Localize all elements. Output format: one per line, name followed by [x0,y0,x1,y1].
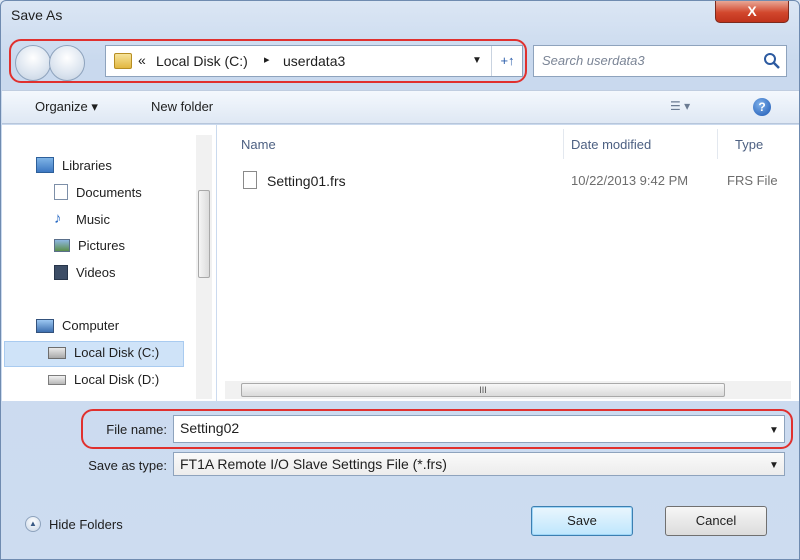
nav-item-local-disk-c[interactable]: Local Disk (C:) [48,345,159,360]
nav-item-computer[interactable]: Computer [36,318,119,333]
help-icon[interactable]: ? [753,98,771,116]
music-icon: ♪ [54,210,62,227]
nav-item-label: Videos [76,265,116,280]
file-name-field[interactable]: Setting02 [173,415,785,443]
address-bar[interactable]: « Local Disk (C:) ▸ userdata3 ▼ +↑ [105,45,523,77]
refresh-button[interactable]: +↑ [491,46,523,76]
breadcrumb-local-disk-c[interactable]: Local Disk (C:) [156,53,248,69]
drive-icon [48,346,66,359]
nav-item-music[interactable]: ♪ Music [54,211,110,227]
file-type: FRS File [727,173,778,188]
file-scroll-thumb[interactable]: III [241,383,725,397]
save-as-type-dropdown-icon[interactable]: ▼ [769,460,779,471]
column-header-date-modified[interactable]: Date modified [571,137,651,152]
libraries-icon [36,157,54,173]
column-divider[interactable] [563,129,564,159]
title-bar: Save As X [1,1,799,31]
file-name-label: File name: [106,422,167,437]
videos-icon [54,265,68,280]
forward-button[interactable] [49,45,85,81]
column-divider[interactable] [717,129,718,159]
search-placeholder: Search userdata3 [542,53,645,68]
command-toolbar: Organize ▾ New folder ☰ ▾ ? [2,90,799,124]
breadcrumb-userdata3[interactable]: userdata3 [283,53,345,69]
views-button[interactable]: ☰ ▾ [670,99,690,113]
nav-item-label: Music [76,211,110,227]
nav-item-label: Pictures [78,238,125,253]
nav-item-documents[interactable]: Documents [54,184,142,200]
nav-item-label: Libraries [62,157,112,173]
nav-item-label: Local Disk (C:) [74,345,160,360]
file-name-dropdown-icon[interactable]: ▼ [769,425,779,436]
save-button[interactable]: Save [531,506,633,536]
nav-scroll-thumb[interactable] [198,190,210,278]
file-icon [243,171,257,189]
cancel-button[interactable]: Cancel [665,506,767,536]
navigation-pane: Libraries Documents ♪ Music Pictures Vid… [2,125,216,401]
column-header-type[interactable]: Type [735,137,763,152]
column-header-name[interactable]: Name [241,137,276,152]
nav-item-local-disk-d[interactable]: Local Disk (D:) [48,372,159,387]
file-date-modified: 10/22/2013 9:42 PM [571,173,689,188]
drive-icon [48,374,66,385]
collapse-arrow-icon: ▲ [25,516,41,532]
search-box[interactable]: Search userdata3 [533,45,787,77]
save-as-type-select[interactable]: FT1A Remote I/O Slave Settings File (*.f… [173,452,785,476]
nav-item-label: Computer [62,318,120,333]
file-list-pane: Name Date modified Type Setting01.frs 10… [217,125,799,401]
nav-item-label: Documents [76,184,142,200]
pictures-icon [54,239,70,252]
new-folder-button[interactable]: New folder [151,99,213,114]
nav-item-videos[interactable]: Videos [54,265,116,280]
save-as-type-value: FT1A Remote I/O Slave Settings File (*.f… [180,456,447,472]
documents-icon [54,184,68,200]
nav-item-label: Local Disk (D:) [74,372,160,387]
hide-folders-label: Hide Folders [49,516,123,532]
nav-item-pictures[interactable]: Pictures [54,238,125,253]
computer-icon [36,318,54,333]
organize-button[interactable]: Organize ▾ [35,99,98,115]
save-as-type-label: Save as type: [88,458,167,473]
back-button[interactable] [15,45,51,81]
nav-vertical-scrollbar[interactable] [196,135,212,399]
file-name: Setting01.frs [267,173,346,189]
file-horizontal-scrollbar[interactable]: III [225,381,791,399]
nav-item-libraries[interactable]: Libraries [36,157,112,173]
hide-folders-toggle[interactable]: ▲ Hide Folders [25,516,123,532]
save-as-dialog: Save As X « Local Disk (C:) ▸ userdata3 … [0,0,800,560]
file-name-value: Setting02 [180,420,240,436]
search-icon[interactable] [762,51,782,71]
address-overflow-chevron[interactable]: « [138,52,146,68]
folder-icon [114,53,132,69]
address-dropdown-icon[interactable]: ▼ [472,55,482,66]
window-title: Save As [11,7,63,23]
breadcrumb-separator-icon[interactable]: ▸ [264,53,270,66]
close-button[interactable]: X [715,1,789,23]
